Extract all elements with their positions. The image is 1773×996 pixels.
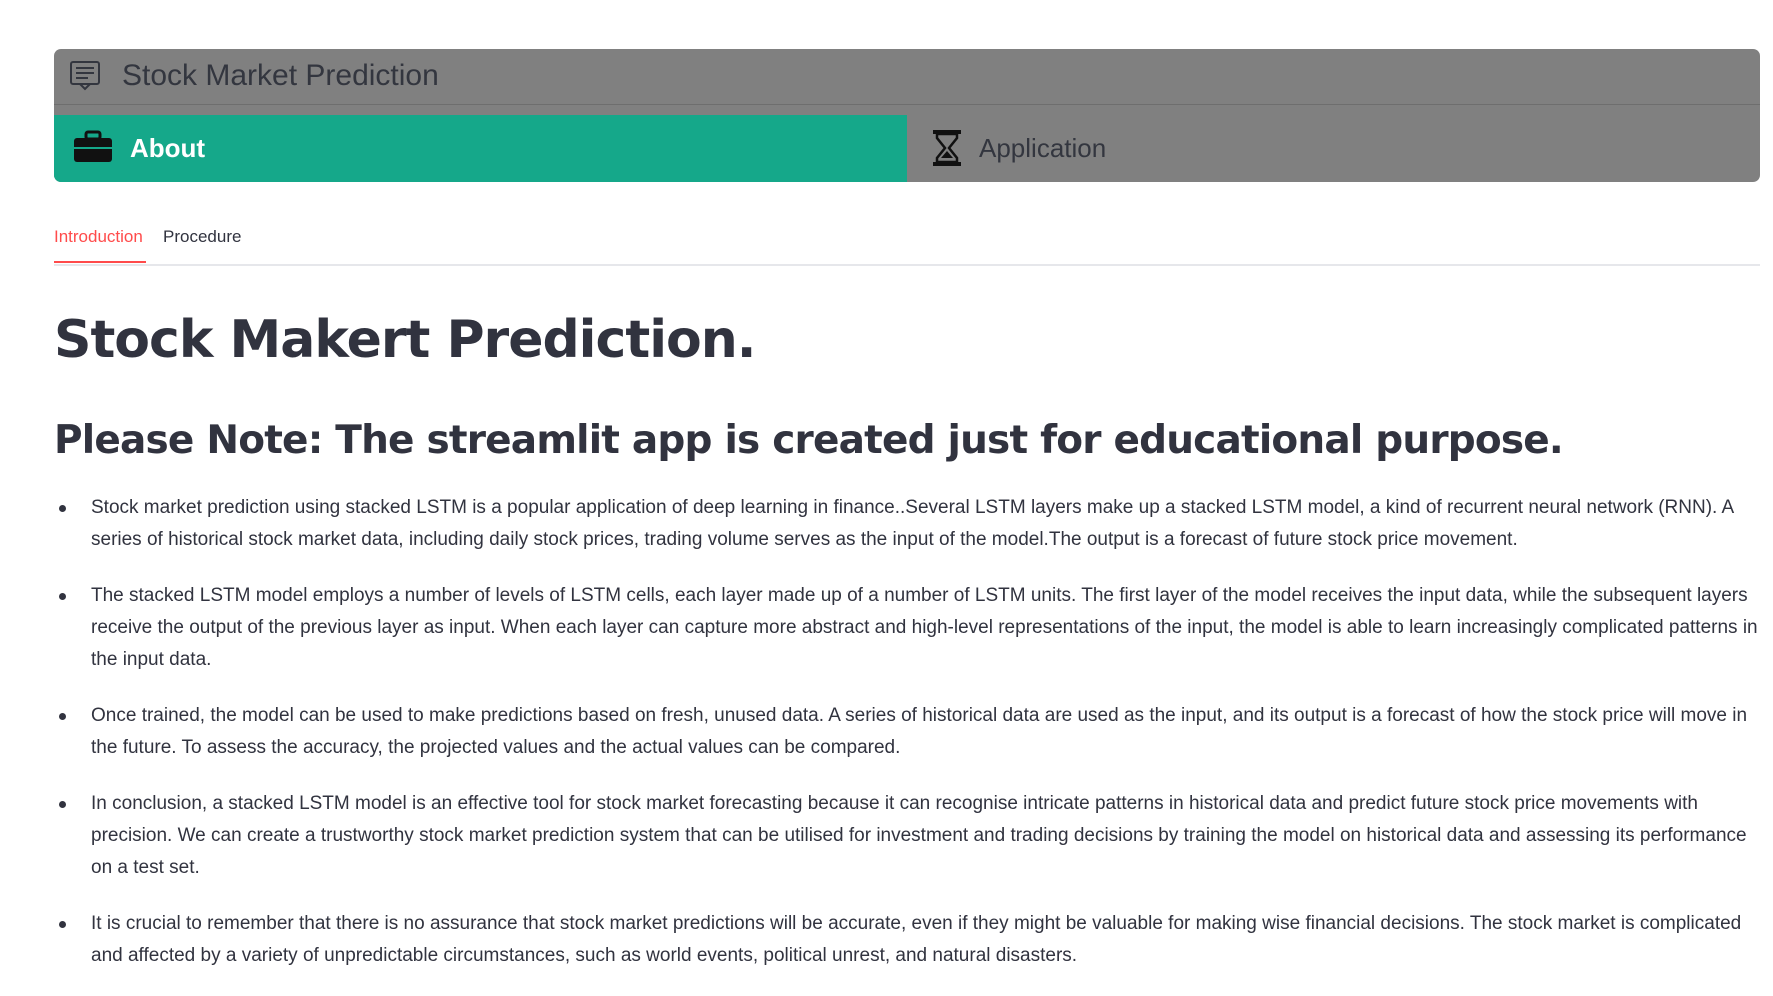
menu-items: About Application <box>54 115 1760 182</box>
bullet-dot <box>59 713 66 720</box>
nav-item-about-label: About <box>130 133 206 163</box>
tab-bar: Introduction Procedure <box>54 215 1760 266</box>
menu-title: Stock Market Prediction <box>122 59 439 92</box>
list-item: It is crucial to remember that there is … <box>54 908 1764 972</box>
list-item-text: Once trained, the model can be used to m… <box>91 705 1748 758</box>
list-item-text: The stacked LSTM model employs a number … <box>91 585 1758 670</box>
nav-item-application[interactable]: Application <box>907 115 1760 182</box>
list-item: Stock market prediction using stacked LS… <box>54 492 1764 556</box>
option-menu: Stock Market Prediction About Applicatio… <box>54 49 1760 182</box>
bullet-dot <box>59 505 66 512</box>
bullet-dot <box>59 921 66 928</box>
page-title: Stock Makert Prediction. <box>54 310 757 370</box>
bullet-dot <box>59 801 66 808</box>
list-item-text: Stock market prediction using stacked LS… <box>91 497 1734 550</box>
list-item: In conclusion, a stacked LSTM model is a… <box>54 788 1764 884</box>
intro-bullet-list: Stock market prediction using stacked LS… <box>54 492 1764 996</box>
tab-procedure[interactable]: Procedure <box>163 227 241 247</box>
briefcase-icon <box>74 130 112 162</box>
active-tab-indicator <box>54 261 146 263</box>
educational-note: Please Note: The streamlit app is create… <box>54 418 1564 463</box>
nav-item-about[interactable]: About <box>54 115 907 182</box>
list-item: Once trained, the model can be used to m… <box>54 700 1764 764</box>
nav-item-application-label: Application <box>979 133 1107 163</box>
tab-introduction[interactable]: Introduction <box>54 227 143 247</box>
menu-header: Stock Market Prediction <box>54 49 1760 105</box>
chat-square-text-icon <box>70 61 100 91</box>
list-item-text: It is crucial to remember that there is … <box>91 913 1742 966</box>
list-item-text: In conclusion, a stacked LSTM model is a… <box>91 793 1747 878</box>
list-item: The stacked LSTM model employs a number … <box>54 580 1764 676</box>
hourglass-icon <box>933 130 961 166</box>
bullet-dot <box>59 593 66 600</box>
